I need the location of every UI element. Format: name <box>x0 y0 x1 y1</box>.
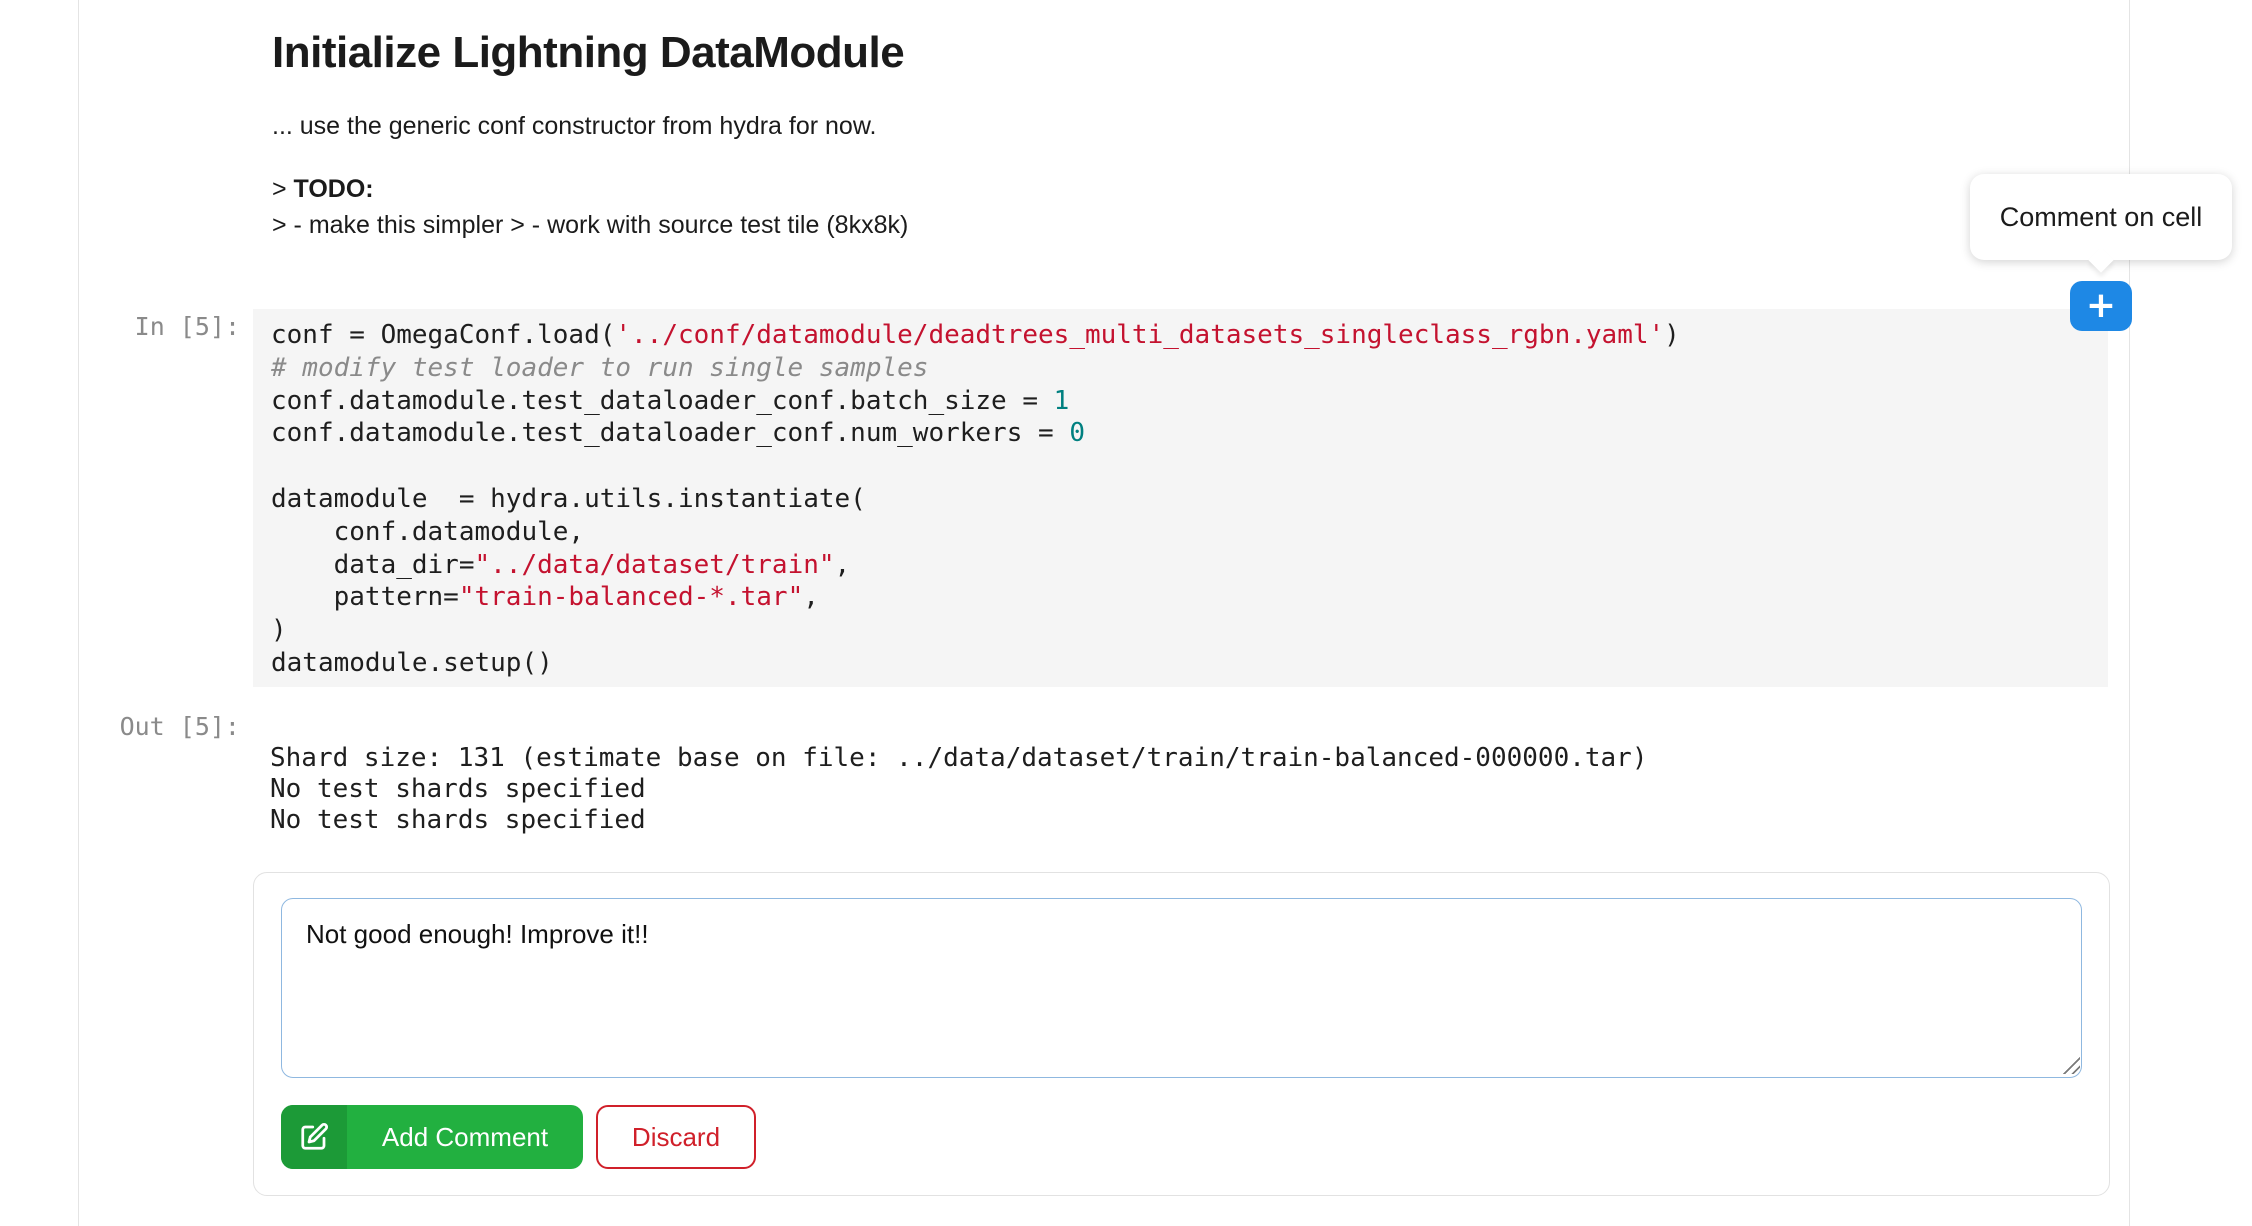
code-token: conf.datamodule, <box>271 516 585 547</box>
code-token: conf.datamodule.test_dataloader_conf.num… <box>271 418 1070 449</box>
edit-icon <box>281 1105 347 1169</box>
code-string: '../conf/datamodule/deadtrees_multi_data… <box>615 320 1665 350</box>
add-comment-button[interactable]: Add Comment <box>281 1105 583 1169</box>
input-prompt: In [5]: <box>134 312 240 341</box>
code-token: , <box>834 549 851 580</box>
code-token: datamodule.setup() <box>271 647 553 678</box>
todo-heading: > TODO: <box>272 175 374 204</box>
page-title: Initialize Lightning DataModule <box>272 28 905 77</box>
output-line: No test shards specified <box>270 805 646 835</box>
plus-icon: + <box>2085 285 2117 326</box>
output-prompt: Out [5]: <box>119 712 240 741</box>
comment-tooltip: Comment on cell <box>1970 174 2232 260</box>
code-token: datamodule = hydra.utils.instantiate( <box>271 483 866 514</box>
code-number: 0 <box>1069 418 1085 449</box>
code-token: , <box>803 582 819 613</box>
cell-output: Shard size: 131 (estimate base on file: … <box>270 743 1648 836</box>
todo-label: TODO: <box>293 175 374 203</box>
todo-items: > - make this simpler > - work with sour… <box>272 211 909 239</box>
code-token: ) <box>271 615 287 646</box>
todo-prefix: > <box>272 175 294 203</box>
code-number: 1 <box>1053 385 1070 416</box>
output-line: No test shards specified <box>270 774 646 804</box>
code-token: conf.datamodule.test_dataloader_conf.bat… <box>271 385 1054 416</box>
code-string: "train-balanced-*.tar" <box>458 582 804 613</box>
code-token: data_dir= <box>271 549 475 580</box>
markdown-subtitle: ... use the generic conf constructor fro… <box>272 112 877 140</box>
add-cell-comment-button[interactable]: + <box>2070 281 2132 331</box>
comment-box: Not good enough! Improve it!! Add Commen… <box>253 872 2110 1196</box>
code-token: conf = OmegaConf.load( <box>271 320 616 350</box>
discard-button[interactable]: Discard <box>596 1105 756 1169</box>
code-comment: # modify test loader to run single sampl… <box>271 352 929 383</box>
comment-textarea[interactable]: Not good enough! Improve it!! <box>281 898 2082 1078</box>
code-token: pattern= <box>271 582 459 613</box>
code-token: ) <box>1664 320 1680 350</box>
output-line: Shard size: 131 (estimate base on file: … <box>270 743 1648 773</box>
code-editor[interactable]: conf = OmegaConf.load('../conf/datamodul… <box>271 319 1680 680</box>
code-cell[interactable]: conf = OmegaConf.load('../conf/datamodul… <box>253 309 2108 687</box>
add-comment-label: Add Comment <box>381 1122 549 1152</box>
code-string: "../data/dataset/train" <box>474 549 835 580</box>
